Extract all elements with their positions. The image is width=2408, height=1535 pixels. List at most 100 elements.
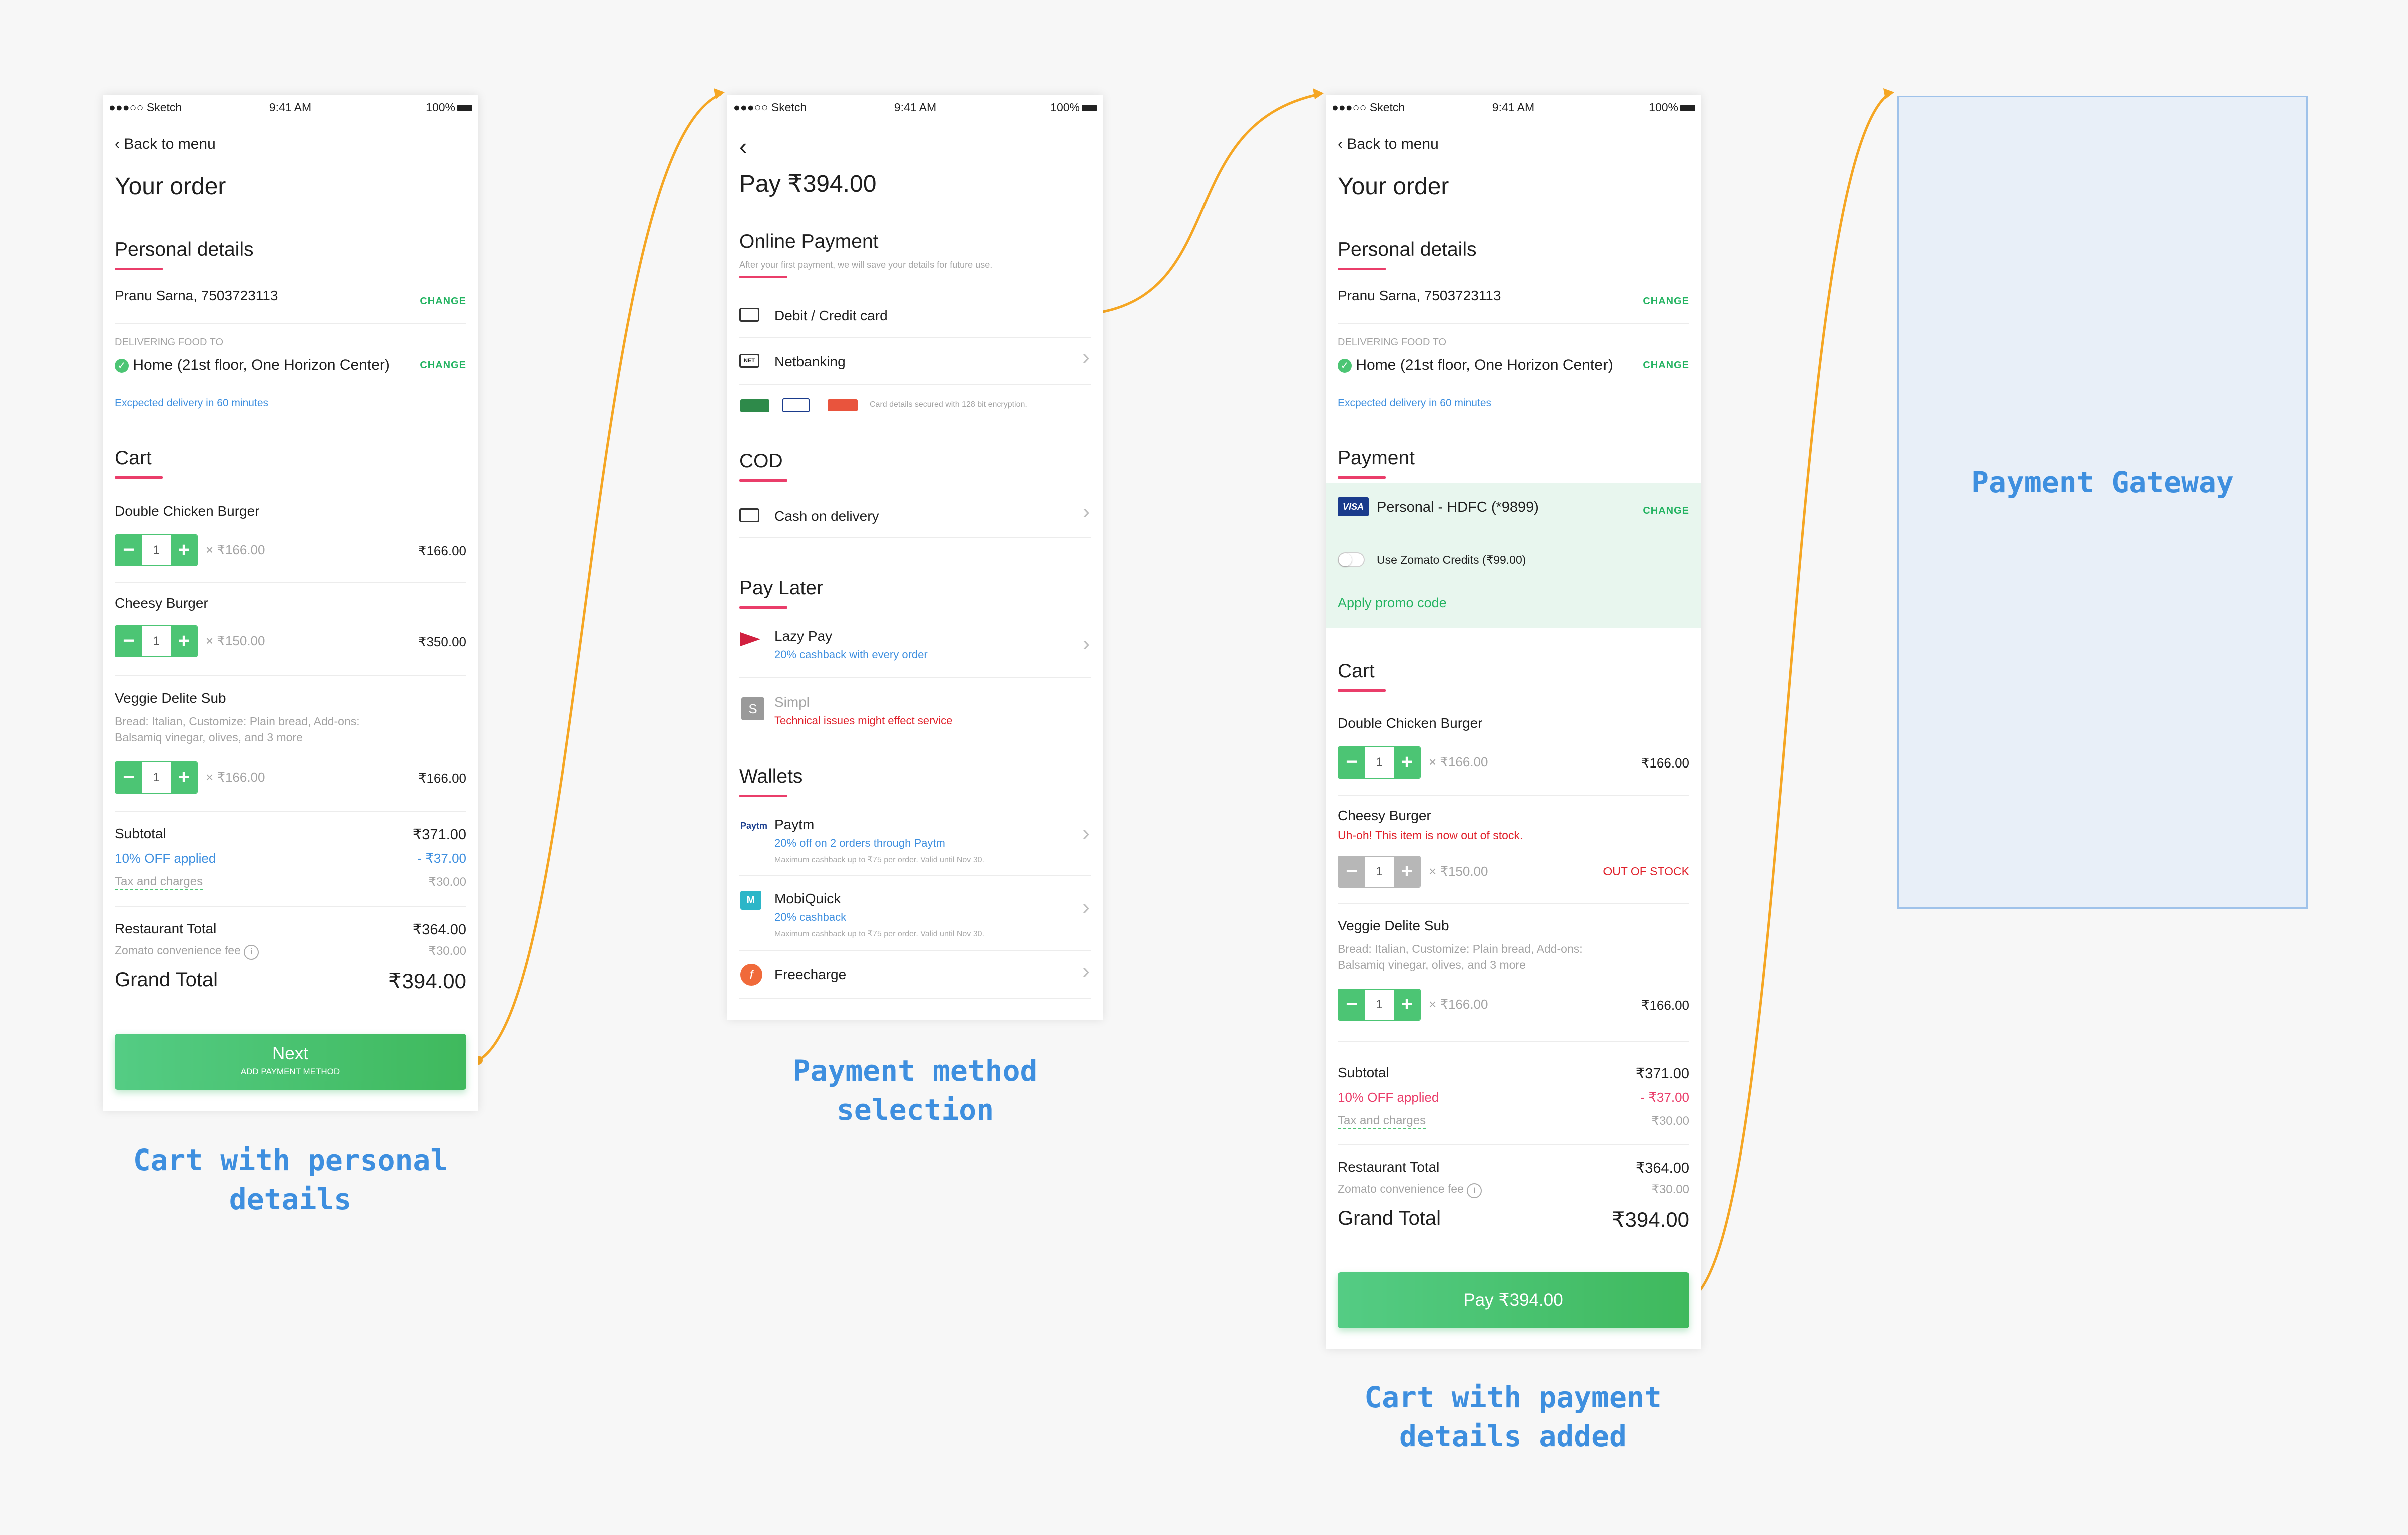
quantity-stepper[interactable]: −1 + [115,761,198,794]
pay-button[interactable]: Pay ₹394.00 [1338,1272,1689,1328]
minus-icon[interactable]: − [116,535,142,565]
plus-icon[interactable]: + [171,626,197,656]
item-name: Veggie Delite Sub [1338,918,1449,933]
item-name: Double Chicken Burger [115,503,260,519]
credits-toggle[interactable] [1338,552,1365,567]
quantity-stepper[interactable]: −1 + [115,534,198,566]
option-paytm[interactable]: Paytm Paytm 20% off on 2 orders through … [727,806,1103,872]
out-of-stock-badge: OUT OF STOCK [1603,865,1689,878]
info-icon[interactable]: i [1467,1183,1482,1198]
clock: 9:41 AM [269,101,312,114]
section-personal: Personal details [1338,239,1477,260]
change-address-button[interactable]: CHANGE [420,360,466,371]
divider [1338,795,1689,796]
payment-gateway-box: Payment Gateway [1897,96,2308,909]
section-underline [1338,476,1386,479]
option-lazypay[interactable]: Lazy Pay 20% cashback with every order › [727,619,1103,671]
delivering-label: DELIVERING FOOD TO [115,337,224,348]
option-freecharge[interactable]: f Freecharge › [727,954,1103,997]
minus-icon[interactable]: − [1339,747,1365,778]
option-label: Cash on delivery [774,508,879,524]
battery: 100% [1649,101,1695,114]
unit-price: × ₹166.00 [1429,754,1488,770]
status-bar: ●●●○○ Sketch 9:41 AM 100% [103,95,478,119]
quantity-stepper[interactable]: −1 + [1338,989,1421,1021]
item-name: Cheesy Burger [115,595,208,611]
divider [115,811,466,812]
option-warning: Technical issues might effect service [774,714,953,727]
caption-cart-payment: Cart with payment details added [1364,1380,1662,1453]
address: ✓ Home (21st floor, One Horizon Center) [115,357,390,374]
section-underline [115,476,163,479]
caption-payment-method: Payment method selection [792,1054,1038,1127]
discount-value: - ₹37.00 [417,851,467,866]
divider [1338,323,1689,324]
discount-label[interactable]: 10% OFF applied [1338,1090,1439,1105]
option-netbanking[interactable]: NET Netbanking › [727,339,1103,384]
unit-price: × ₹150.00 [206,633,265,648]
netbanking-icon: NET [739,354,759,368]
battery-icon [1680,105,1695,112]
option-cod[interactable]: Cash on delivery › [727,493,1103,537]
credit-card-icon [739,308,759,322]
change-person-button[interactable]: CHANGE [420,296,466,307]
tax-label[interactable]: Tax and charges [1338,1114,1426,1129]
tax-label[interactable]: Tax and charges [115,875,203,890]
section-underline [739,276,787,278]
plus-icon[interactable]: + [171,762,197,793]
option-mobikwik[interactable]: M MobiQuick 20% cashback Maximum cashbac… [727,880,1103,947]
battery: 100% [426,101,472,114]
restaurant-total-value: ₹364.00 [1635,1160,1689,1176]
page-title: Your order [1338,173,1449,200]
chevron-left-icon: ‹ [1338,136,1347,152]
apply-promo-link[interactable]: Apply promo code [1338,595,1447,611]
section-underline [739,479,787,482]
plus-icon: + [1394,857,1420,887]
divider [739,537,1091,538]
section-payment: Payment [1338,447,1415,469]
quantity-stepper[interactable]: −1 + [115,625,198,657]
grand-total-label: Grand Total [115,969,218,991]
back-chevron-icon[interactable]: ‹ [739,133,747,160]
item-desc: Bread: Italian, Customize: Plain bread, … [115,715,360,744]
check-icon: ✓ [1338,359,1352,373]
minus-icon[interactable]: − [116,762,142,793]
discount-label[interactable]: 10% OFF applied [115,851,216,866]
plus-icon[interactable]: + [1394,990,1420,1020]
section-pay-later: Pay Later [739,577,823,599]
quantity-stepper: −1 + [1338,856,1421,888]
change-person-button[interactable]: CHANGE [1643,296,1689,307]
page-title: Pay ₹394.00 [739,171,877,197]
divider [115,582,466,583]
plus-icon[interactable]: + [171,535,197,565]
option-fine-print: Maximum cashback up to ₹75 per order. Va… [774,930,984,938]
divider [739,950,1091,951]
change-card-button[interactable]: CHANGE [1643,505,1689,517]
online-note: After your first payment, we will save y… [739,260,993,270]
divider [115,323,466,324]
minus-icon[interactable]: − [1339,990,1365,1020]
caption-cart-personal: Cart with personal details [133,1143,448,1216]
section-cart: Cart [1338,660,1375,682]
mobikwik-icon: M [740,891,761,910]
chevron-left-icon: ‹ [115,136,124,152]
back-button[interactable]: ‹ Back to menu [115,136,216,153]
change-address-button[interactable]: CHANGE [1643,360,1689,371]
back-button[interactable]: ‹ Back to menu [1338,136,1439,153]
plus-icon[interactable]: + [1394,747,1420,778]
address: ✓ Home (21st floor, One Horizon Center) [1338,357,1613,374]
fee-label: Zomato convenience fee i [115,944,259,960]
section-online: Online Payment [739,231,879,252]
minus-icon[interactable]: − [116,626,142,656]
quantity-stepper[interactable]: −1 + [1338,746,1421,779]
fee-value: ₹30.00 [1651,1183,1689,1196]
cash-icon [739,508,759,522]
next-button[interactable]: Next ADD PAYMENT METHOD [115,1034,466,1090]
delivering-label: DELIVERING FOOD TO [1338,337,1447,348]
grand-total-value: ₹394.00 [1611,1208,1689,1231]
info-icon[interactable]: i [244,945,259,960]
option-debit-card[interactable]: Debit / Credit card [727,293,1103,337]
chevron-right-icon: › [1082,895,1090,919]
chevron-right-icon: › [1082,499,1090,524]
battery-icon [1082,105,1097,112]
